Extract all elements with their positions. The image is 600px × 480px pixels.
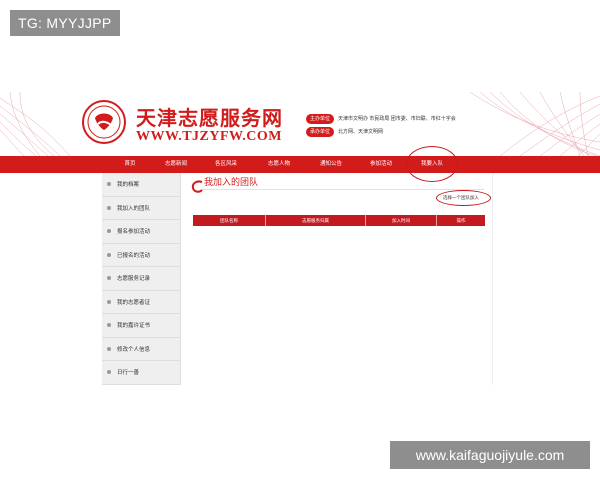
col-join-time: 加入时间 — [366, 215, 437, 226]
main-content: 我加入的团队 选择一个团队加入 团队名称 志愿服务归属 加入时间 操作 — [186, 173, 493, 385]
watermark-top: TG: MYYJJPP — [10, 10, 120, 36]
join-highlight-circle — [436, 190, 491, 206]
sponsor-info: 主办单位 天津市文明办 市民政局 团市委、市妇联、市红十字会 — [306, 114, 456, 124]
organizer-info: 承办单位 北方网、天津文明网 — [306, 127, 383, 137]
sidebar-item-label: 修改个人信息 — [117, 346, 151, 353]
sponsor-label: 主办单位 — [306, 114, 335, 124]
site-url: WWW.TJZYFW.COM — [136, 129, 282, 144]
sidebar-item-label: 报名参加活动 — [117, 229, 151, 236]
nav-item-activities[interactable]: 参加活动 — [370, 156, 392, 173]
main-nav: 首页 志愿新闻 各区风采 志愿人物 通知公告 参加活动 我要入队 — [0, 156, 600, 173]
nav-item-districts[interactable]: 各区风采 — [215, 156, 237, 173]
title-divider — [202, 189, 484, 190]
sidebar-item-label: 我的嘉许证书 — [117, 323, 151, 330]
organizer-label: 承办单位 — [306, 127, 335, 137]
bullet-icon — [107, 370, 111, 375]
bullet-icon — [107, 276, 111, 281]
bullet-icon — [107, 323, 111, 328]
sidebar-item-label: 已报名的活动 — [117, 252, 151, 259]
sidebar-item-signup-activity[interactable]: 报名参加活动 — [102, 220, 180, 244]
screenshot-frame: 天津志愿服务网 WWW.TJZYFW.COM 主办单位 天津市文明办 市民政局 … — [0, 92, 600, 385]
organizer-text: 北方网、天津文明网 — [338, 129, 384, 135]
teams-table-header: 团队名称 志愿服务归属 加入时间 操作 — [193, 215, 485, 226]
sidebar-item-label: 我的档案 — [117, 182, 140, 189]
sidebar-item-profile[interactable]: 我的档案 — [102, 173, 180, 197]
volunteer-logo-icon — [82, 100, 126, 144]
sidebar-item-label: 我的志愿者证 — [117, 299, 151, 306]
watermark-bottom: www.kaifaguojiyule.com — [390, 441, 590, 469]
sidebar-item-certificates[interactable]: 我的嘉许证书 — [102, 314, 180, 338]
page-title: 我加入的团队 — [204, 177, 259, 187]
sponsor-text: 天津市文明办 市民政局 团市委、市妇联、市红十字会 — [338, 116, 456, 122]
bullet-icon — [107, 252, 111, 257]
sidebar-item-my-teams[interactable]: 我加入的团队 — [102, 197, 180, 220]
site-name: 天津志愿服务网 — [136, 106, 283, 130]
nav-item-news[interactable]: 志愿新闻 — [165, 156, 187, 173]
col-service-affiliation: 志愿服务归属 — [266, 215, 366, 226]
sidebar-item-registered-activities[interactable]: 已报名的活动 — [102, 244, 180, 267]
sidebar-item-label: 我加入的团队 — [117, 205, 151, 212]
col-actions: 操作 — [456, 218, 466, 223]
sidebar: 我的档案 我加入的团队 报名参加活动 已报名的活动 志愿服务记录 我的志愿者证 … — [102, 173, 181, 385]
bullet-icon — [107, 182, 111, 187]
sidebar-item-service-records[interactable]: 志愿服务记录 — [102, 267, 180, 291]
sidebar-item-edit-info[interactable]: 修改个人信息 — [102, 338, 180, 361]
nav-item-notices[interactable]: 通知公告 — [320, 156, 342, 173]
bullet-icon — [107, 229, 111, 234]
bullet-icon — [107, 346, 111, 351]
bullet-icon — [107, 205, 111, 210]
col-team-name: 团队名称 — [193, 215, 266, 226]
sidebar-item-label: 日行一善 — [117, 370, 140, 377]
nav-item-home[interactable]: 首页 — [124, 156, 135, 173]
nav-item-people[interactable]: 志愿人物 — [268, 156, 290, 173]
bullet-icon — [107, 299, 111, 304]
sidebar-item-daily-good-deed[interactable]: 日行一善 — [102, 361, 180, 385]
sidebar-item-volunteer-card[interactable]: 我的志愿者证 — [102, 291, 180, 314]
sidebar-item-label: 志愿服务记录 — [117, 276, 151, 283]
